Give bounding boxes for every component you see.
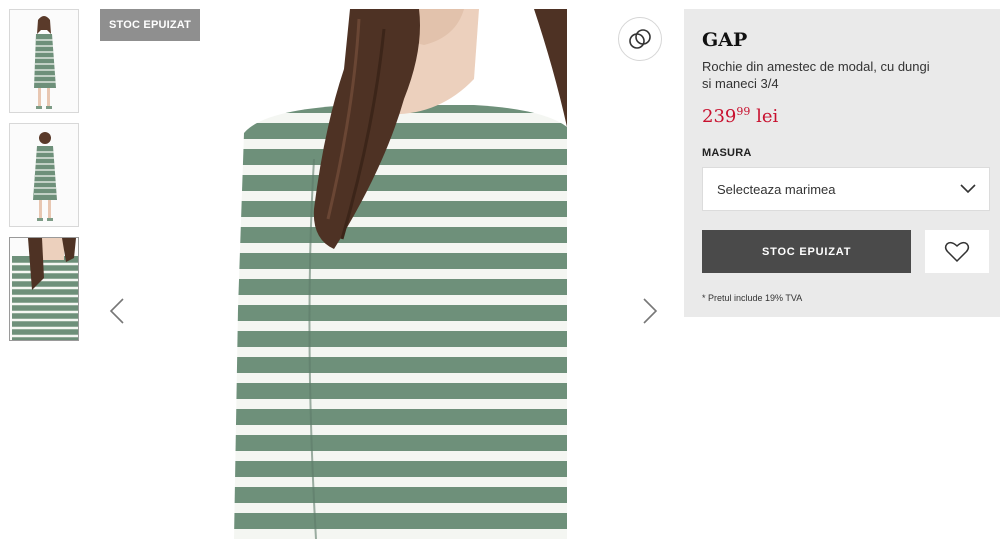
thumbnail-back[interactable] (9, 123, 79, 227)
thumbnail-list (9, 9, 81, 351)
vat-note: * Pretul include 19% TVA (702, 293, 803, 303)
wishlist-button[interactable] (925, 230, 989, 273)
size-select[interactable]: Selecteaza marimea (702, 167, 990, 211)
brand-name[interactable]: GAP (702, 28, 989, 52)
price-decimals: 99 (736, 105, 751, 118)
chevron-right-icon[interactable] (638, 297, 662, 325)
action-row: STOC EPUIZAT (702, 230, 989, 273)
size-select-placeholder: Selecteaza marimea (717, 181, 836, 197)
size-label: MASURA (702, 147, 752, 159)
heart-outline-icon (944, 241, 970, 262)
product-title: Rochie din amestec de modal, cu dungi si… (702, 59, 930, 91)
share-link-button[interactable] (618, 17, 662, 61)
product-photo (234, 9, 567, 539)
product-info-panel: GAP Rochie din amestec de modal, cu dung… (684, 9, 1000, 317)
main-gallery: STOC EPUIZAT (100, 9, 672, 539)
chevron-down-icon (960, 184, 976, 194)
out-of-stock-button[interactable]: STOC EPUIZAT (702, 230, 912, 273)
out-of-stock-badge: STOC EPUIZAT (100, 9, 201, 41)
thumbnail-front[interactable] (9, 9, 79, 113)
price-currency: lei (756, 106, 779, 127)
chevron-left-icon[interactable] (105, 297, 129, 325)
thumbnail-closeup[interactable] (9, 237, 79, 341)
link-rings-icon (629, 29, 651, 49)
product-price: 23999 lei (702, 100, 989, 129)
price-integer: 239 (702, 106, 737, 127)
